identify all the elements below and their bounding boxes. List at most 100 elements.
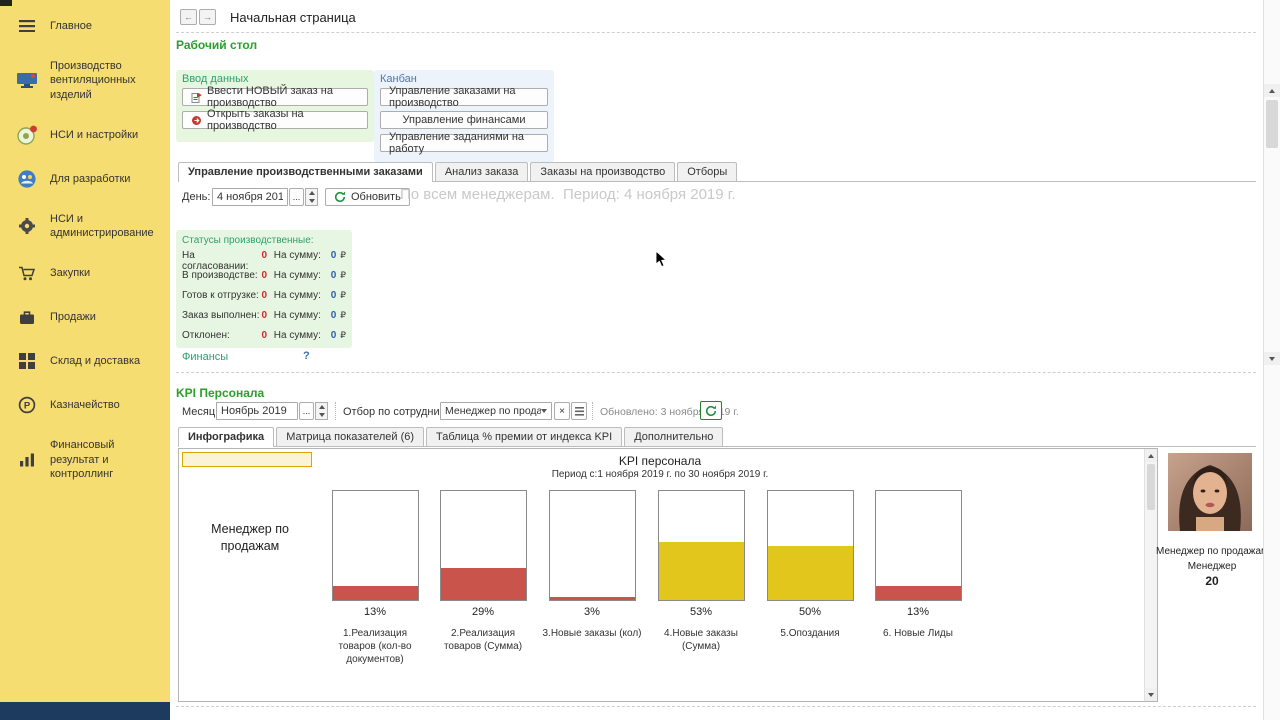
button-label: Обновить (351, 191, 401, 203)
scroll-up-icon[interactable] (1145, 449, 1157, 462)
kpi-gauge[interactable] (439, 490, 527, 601)
tab-infographic[interactable]: Инфографика (178, 427, 275, 447)
day-more-button[interactable]: ... (289, 188, 304, 206)
sidebar-item-treasury[interactable]: Р Казначейство (0, 383, 170, 427)
sidebar-item-label: Продажи (50, 311, 96, 324)
new-production-order-button[interactable]: Ввести НОВЫЙ заказ на производство (182, 85, 368, 109)
kpi-gauge-column: 50% 5.Опоздания (756, 490, 864, 640)
scroll-thumb[interactable] (1147, 464, 1155, 510)
gauge-category: 3.Новые заказы (кол) (542, 628, 642, 639)
kanban-group-title: Канбан (380, 73, 417, 85)
kpi-gauge[interactable] (874, 490, 962, 601)
nsi-settings-icon (14, 124, 40, 146)
month-input[interactable] (216, 402, 298, 420)
currency-sign: ₽ (340, 290, 346, 300)
scroll-down-icon[interactable] (1145, 688, 1157, 701)
chart-subtitle: Период с:1 ноября 2019 г. по 30 ноября 2… (551, 469, 769, 480)
tab-additional[interactable]: Дополнительно (624, 427, 724, 446)
open-orders-icon (191, 115, 202, 126)
kpi-gauge-column: 13% 1.Реализация товаров (кол-во докумен… (321, 490, 429, 666)
month-spinner[interactable] (315, 402, 328, 420)
sidebar-item-label: Склад и доставка (50, 355, 141, 368)
managers-period-banner: По всем менеджерам. Период: 4 ноября 201… (400, 186, 736, 203)
separator (176, 706, 1256, 707)
kpi-chart-panel: KPI персонала Период с:1 ноября 2019 г. … (178, 448, 1158, 702)
gauge-percent: 53% (689, 606, 713, 618)
scroll-up-icon[interactable] (1264, 84, 1280, 97)
sidebar-item-label: Закупки (50, 267, 91, 280)
sidebar-item-nsi-settings[interactable]: НСИ и настройки (0, 113, 170, 157)
kpi-gauge[interactable] (331, 490, 419, 601)
tab-production-orders-management[interactable]: Управление производственными заказами (178, 162, 433, 182)
close-icon: × (559, 405, 565, 417)
window-scrollbar[interactable] (1263, 0, 1280, 720)
sidebar-item-label: Главное (50, 19, 93, 32)
spin-up-icon[interactable] (316, 403, 327, 411)
clear-filter-button[interactable]: × (554, 402, 570, 420)
sidebar-item-main[interactable]: Главное (0, 4, 170, 48)
refresh-button[interactable]: Обновить (325, 188, 410, 206)
kpi-gauge[interactable] (766, 490, 854, 601)
status-row: В производстве: 0 На сумму: 0 ₽ (182, 270, 346, 290)
page-title: Начальная страница (230, 10, 356, 25)
help-button[interactable]: ? (303, 350, 310, 362)
spin-up-icon[interactable] (306, 189, 317, 197)
spin-down-icon[interactable] (316, 411, 327, 419)
gauge-fill (549, 596, 635, 600)
nav-back-button[interactable]: ← (180, 9, 197, 25)
sidebar-item-administration[interactable]: НСИ и администрирование (0, 201, 170, 252)
employee-filter-combo[interactable]: Менеджер по продажам (440, 402, 552, 420)
kpi-refresh-button[interactable] (700, 401, 722, 420)
button-label: Управление заказами на производство (389, 85, 516, 109)
kpi-gauge[interactable] (548, 490, 636, 601)
spin-down-icon[interactable] (306, 197, 317, 205)
sales-bag-icon (14, 306, 40, 328)
list-icon (574, 406, 584, 416)
manage-production-orders-button[interactable]: Управление заказами на производство (380, 85, 548, 109)
sidebar-item-warehouse[interactable]: Склад и доставка (0, 339, 170, 383)
employee-photo (1168, 453, 1252, 531)
kpi-gauge-column: 53% 4.Новые заказы (Сумма) (647, 490, 755, 653)
day-spinner[interactable] (305, 188, 318, 206)
tab-bonus-table[interactable]: Таблица % премии от индекса KPI (426, 427, 623, 446)
statuses-title: Статусы производственные: (182, 235, 314, 246)
status-label: В производстве: (182, 270, 258, 281)
sidebar-item-purchases[interactable]: Закупки (0, 251, 170, 295)
nav-forward-button[interactable]: → (199, 9, 216, 25)
status-count: 0 (261, 270, 268, 281)
status-count: 0 (261, 310, 268, 321)
finance-link[interactable]: Финансы (182, 351, 228, 363)
new-order-icon (191, 92, 202, 103)
scroll-thumb[interactable] (1266, 100, 1278, 148)
tab-order-analysis[interactable]: Анализ заказа (434, 162, 529, 181)
kpi-gauge[interactable] (657, 490, 745, 601)
scroll-down-icon[interactable] (1264, 352, 1280, 365)
manage-finances-button[interactable]: Управление финансами (380, 111, 548, 129)
mouse-cursor (655, 249, 668, 272)
status-sum: 0 (330, 290, 337, 301)
profile-score: 20 (1205, 574, 1219, 588)
currency-sign: ₽ (340, 250, 346, 260)
window-corner (0, 0, 12, 6)
sidebar-item-finance-result[interactable]: Финансовый результат и контроллинг (0, 427, 170, 492)
sidebar-item-sales[interactable]: Продажи (0, 295, 170, 339)
open-production-orders-button[interactable]: Открыть заказы на производство (182, 108, 368, 132)
status-row: На согласовании: 0 На сумму: 0 ₽ (182, 250, 346, 272)
sidebar-item-production[interactable]: Производство вентиляционных изделий (0, 48, 170, 113)
status-count: 0 (261, 290, 268, 301)
day-input[interactable] (212, 188, 288, 206)
day-label: День: (182, 191, 211, 203)
sidebar-item-development[interactable]: Для разработки (0, 157, 170, 201)
tab-production-orders[interactable]: Заказы на производство (530, 162, 676, 181)
tab-indicator-matrix[interactable]: Матрица показателей (6) (276, 427, 425, 446)
currency-sign: ₽ (340, 310, 346, 320)
button-label: Управление финансами (402, 114, 526, 126)
manage-work-tasks-button[interactable]: Управление заданиями на работу (380, 131, 548, 155)
gauge-category: 6. Новые Лиды (883, 628, 953, 639)
gauge-fill (332, 585, 418, 600)
status-label: Заказ выполнен: (182, 310, 260, 321)
tab-filters[interactable]: Отборы (677, 162, 738, 181)
month-more-button[interactable]: ... (299, 402, 314, 420)
choose-from-list-button[interactable] (571, 402, 587, 420)
gauge-percent: 13% (906, 606, 930, 618)
